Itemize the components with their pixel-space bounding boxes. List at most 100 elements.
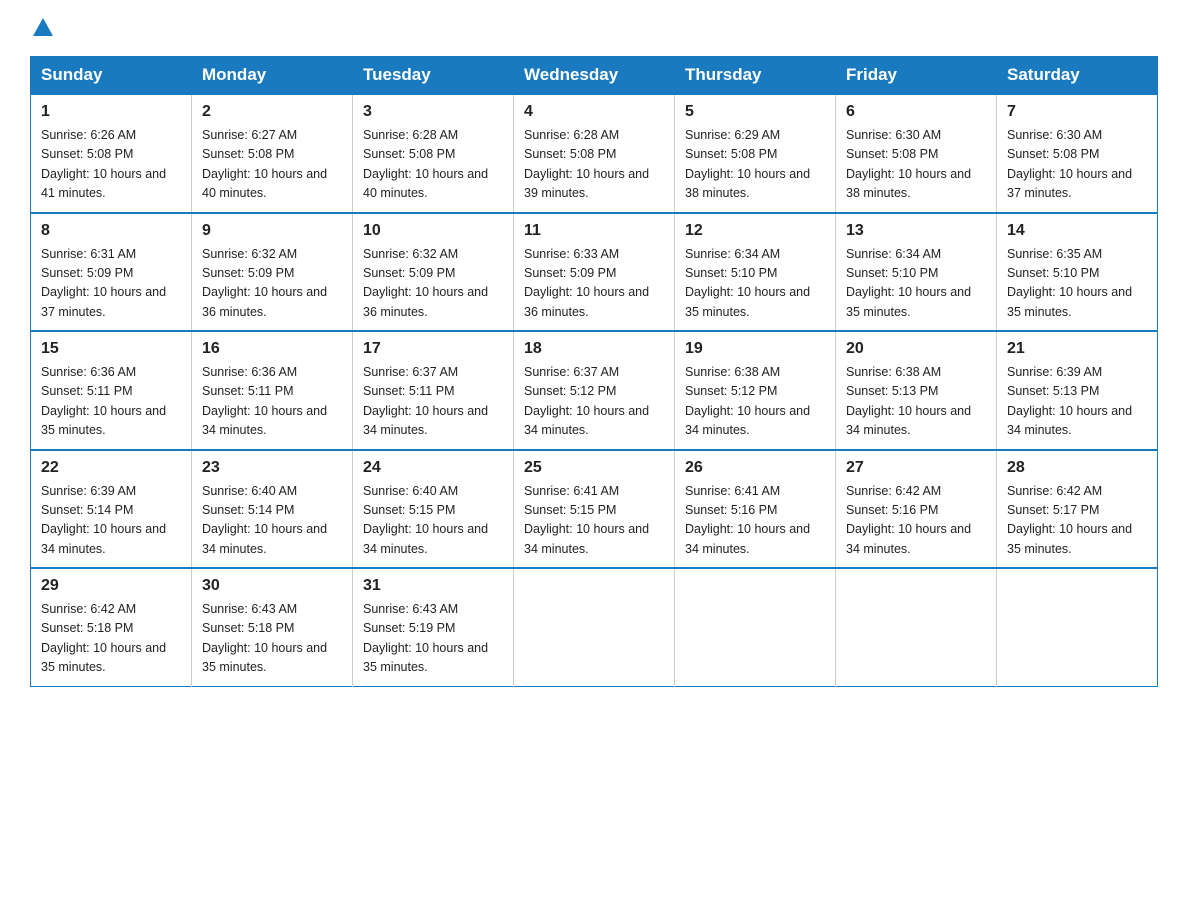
sunset-label: Sunset: 5:10 PM xyxy=(1007,266,1099,280)
day-number: 10 xyxy=(363,222,503,240)
sunrise-label: Sunrise: 6:38 AM xyxy=(685,365,780,379)
day-of-week-header: Friday xyxy=(836,57,997,95)
calendar-day-cell: 12 Sunrise: 6:34 AM Sunset: 5:10 PM Dayl… xyxy=(675,213,836,332)
calendar-day-cell: 20 Sunrise: 6:38 AM Sunset: 5:13 PM Dayl… xyxy=(836,331,997,450)
sunset-label: Sunset: 5:08 PM xyxy=(1007,147,1099,161)
sunset-label: Sunset: 5:11 PM xyxy=(363,384,455,398)
day-of-week-header: Tuesday xyxy=(353,57,514,95)
day-info: Sunrise: 6:26 AM Sunset: 5:08 PM Dayligh… xyxy=(41,126,181,204)
day-info: Sunrise: 6:32 AM Sunset: 5:09 PM Dayligh… xyxy=(202,245,342,323)
day-info: Sunrise: 6:39 AM Sunset: 5:14 PM Dayligh… xyxy=(41,482,181,560)
sunrise-label: Sunrise: 6:42 AM xyxy=(1007,484,1102,498)
sunset-label: Sunset: 5:09 PM xyxy=(363,266,455,280)
day-info: Sunrise: 6:31 AM Sunset: 5:09 PM Dayligh… xyxy=(41,245,181,323)
calendar-day-cell: 29 Sunrise: 6:42 AM Sunset: 5:18 PM Dayl… xyxy=(31,568,192,686)
daylight-label: Daylight: 10 hours and 40 minutes. xyxy=(202,167,327,200)
day-number: 8 xyxy=(41,222,181,240)
day-number: 23 xyxy=(202,459,342,477)
daylight-label: Daylight: 10 hours and 34 minutes. xyxy=(685,522,810,555)
day-info: Sunrise: 6:30 AM Sunset: 5:08 PM Dayligh… xyxy=(1007,126,1147,204)
daylight-label: Daylight: 10 hours and 35 minutes. xyxy=(41,404,166,437)
day-number: 4 xyxy=(524,103,664,121)
sunrise-label: Sunrise: 6:39 AM xyxy=(41,484,136,498)
sunset-label: Sunset: 5:13 PM xyxy=(846,384,938,398)
sunrise-label: Sunrise: 6:38 AM xyxy=(846,365,941,379)
daylight-label: Daylight: 10 hours and 37 minutes. xyxy=(41,285,166,318)
sunset-label: Sunset: 5:14 PM xyxy=(41,503,133,517)
sunset-label: Sunset: 5:08 PM xyxy=(524,147,616,161)
sunrise-label: Sunrise: 6:29 AM xyxy=(685,128,780,142)
calendar-table: SundayMondayTuesdayWednesdayThursdayFrid… xyxy=(30,56,1158,687)
sunset-label: Sunset: 5:08 PM xyxy=(846,147,938,161)
day-number: 6 xyxy=(846,103,986,121)
day-number: 21 xyxy=(1007,340,1147,358)
calendar-day-cell xyxy=(675,568,836,686)
calendar-day-cell: 8 Sunrise: 6:31 AM Sunset: 5:09 PM Dayli… xyxy=(31,213,192,332)
day-info: Sunrise: 6:37 AM Sunset: 5:11 PM Dayligh… xyxy=(363,363,503,441)
day-number: 27 xyxy=(846,459,986,477)
daylight-label: Daylight: 10 hours and 39 minutes. xyxy=(524,167,649,200)
logo xyxy=(30,20,55,38)
daylight-label: Daylight: 10 hours and 34 minutes. xyxy=(363,404,488,437)
calendar-day-cell: 5 Sunrise: 6:29 AM Sunset: 5:08 PM Dayli… xyxy=(675,94,836,213)
calendar-week-row: 8 Sunrise: 6:31 AM Sunset: 5:09 PM Dayli… xyxy=(31,213,1158,332)
sunset-label: Sunset: 5:10 PM xyxy=(685,266,777,280)
daylight-label: Daylight: 10 hours and 36 minutes. xyxy=(524,285,649,318)
day-number: 9 xyxy=(202,222,342,240)
daylight-label: Daylight: 10 hours and 34 minutes. xyxy=(202,404,327,437)
calendar-day-cell xyxy=(514,568,675,686)
day-number: 29 xyxy=(41,577,181,595)
calendar-day-cell: 11 Sunrise: 6:33 AM Sunset: 5:09 PM Dayl… xyxy=(514,213,675,332)
day-info: Sunrise: 6:41 AM Sunset: 5:16 PM Dayligh… xyxy=(685,482,825,560)
day-info: Sunrise: 6:41 AM Sunset: 5:15 PM Dayligh… xyxy=(524,482,664,560)
day-info: Sunrise: 6:30 AM Sunset: 5:08 PM Dayligh… xyxy=(846,126,986,204)
sunrise-label: Sunrise: 6:35 AM xyxy=(1007,247,1102,261)
calendar-day-cell: 19 Sunrise: 6:38 AM Sunset: 5:12 PM Dayl… xyxy=(675,331,836,450)
day-number: 7 xyxy=(1007,103,1147,121)
page-header xyxy=(30,20,1158,38)
day-number: 13 xyxy=(846,222,986,240)
sunset-label: Sunset: 5:08 PM xyxy=(363,147,455,161)
sunrise-label: Sunrise: 6:34 AM xyxy=(685,247,780,261)
day-number: 26 xyxy=(685,459,825,477)
day-info: Sunrise: 6:28 AM Sunset: 5:08 PM Dayligh… xyxy=(524,126,664,204)
calendar-day-cell: 23 Sunrise: 6:40 AM Sunset: 5:14 PM Dayl… xyxy=(192,450,353,569)
calendar-day-cell: 4 Sunrise: 6:28 AM Sunset: 5:08 PM Dayli… xyxy=(514,94,675,213)
calendar-day-cell: 7 Sunrise: 6:30 AM Sunset: 5:08 PM Dayli… xyxy=(997,94,1158,213)
sunrise-label: Sunrise: 6:41 AM xyxy=(685,484,780,498)
sunrise-label: Sunrise: 6:28 AM xyxy=(524,128,619,142)
sunrise-label: Sunrise: 6:28 AM xyxy=(363,128,458,142)
day-number: 22 xyxy=(41,459,181,477)
sunrise-label: Sunrise: 6:42 AM xyxy=(846,484,941,498)
day-info: Sunrise: 6:37 AM Sunset: 5:12 PM Dayligh… xyxy=(524,363,664,441)
day-info: Sunrise: 6:43 AM Sunset: 5:18 PM Dayligh… xyxy=(202,600,342,678)
daylight-label: Daylight: 10 hours and 38 minutes. xyxy=(846,167,971,200)
day-number: 15 xyxy=(41,340,181,358)
day-info: Sunrise: 6:40 AM Sunset: 5:15 PM Dayligh… xyxy=(363,482,503,560)
day-info: Sunrise: 6:36 AM Sunset: 5:11 PM Dayligh… xyxy=(41,363,181,441)
sunrise-label: Sunrise: 6:31 AM xyxy=(41,247,136,261)
day-number: 2 xyxy=(202,103,342,121)
daylight-label: Daylight: 10 hours and 40 minutes. xyxy=(363,167,488,200)
calendar-day-cell: 25 Sunrise: 6:41 AM Sunset: 5:15 PM Dayl… xyxy=(514,450,675,569)
sunset-label: Sunset: 5:18 PM xyxy=(202,621,294,635)
calendar-day-cell: 18 Sunrise: 6:37 AM Sunset: 5:12 PM Dayl… xyxy=(514,331,675,450)
calendar-day-cell: 6 Sunrise: 6:30 AM Sunset: 5:08 PM Dayli… xyxy=(836,94,997,213)
sunset-label: Sunset: 5:14 PM xyxy=(202,503,294,517)
daylight-label: Daylight: 10 hours and 35 minutes. xyxy=(1007,285,1132,318)
sunset-label: Sunset: 5:11 PM xyxy=(202,384,294,398)
day-number: 17 xyxy=(363,340,503,358)
calendar-week-row: 15 Sunrise: 6:36 AM Sunset: 5:11 PM Dayl… xyxy=(31,331,1158,450)
calendar-day-cell xyxy=(836,568,997,686)
day-info: Sunrise: 6:32 AM Sunset: 5:09 PM Dayligh… xyxy=(363,245,503,323)
daylight-label: Daylight: 10 hours and 35 minutes. xyxy=(685,285,810,318)
sunrise-label: Sunrise: 6:41 AM xyxy=(524,484,619,498)
daylight-label: Daylight: 10 hours and 35 minutes. xyxy=(41,641,166,674)
day-info: Sunrise: 6:40 AM Sunset: 5:14 PM Dayligh… xyxy=(202,482,342,560)
sunset-label: Sunset: 5:08 PM xyxy=(685,147,777,161)
sunset-label: Sunset: 5:19 PM xyxy=(363,621,455,635)
calendar-day-cell: 14 Sunrise: 6:35 AM Sunset: 5:10 PM Dayl… xyxy=(997,213,1158,332)
day-number: 30 xyxy=(202,577,342,595)
calendar-day-cell xyxy=(997,568,1158,686)
day-info: Sunrise: 6:42 AM Sunset: 5:16 PM Dayligh… xyxy=(846,482,986,560)
